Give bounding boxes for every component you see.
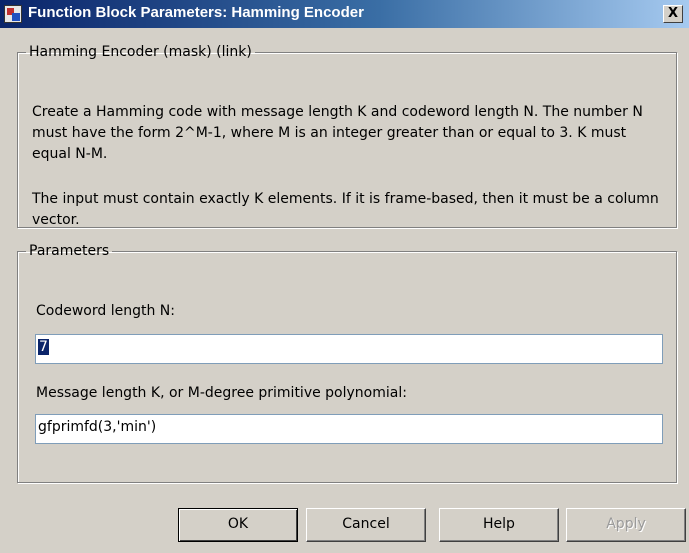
cancel-button[interactable]: Cancel: [306, 508, 426, 542]
simulink-block-icon: [4, 5, 22, 23]
parameters-legend: Parameters: [29, 243, 110, 259]
description-group: Hamming Encoder (mask) (link) Create a H…: [17, 44, 677, 228]
window-title: Function Block Parameters: Hamming Encod…: [28, 4, 364, 21]
message-length-value: gfprimfd(3,'min'): [38, 419, 157, 435]
description-legend: Hamming Encoder (mask) (link): [29, 44, 252, 60]
help-button[interactable]: Help: [439, 508, 559, 542]
message-length-label: Message length K, or M-degree primitive …: [36, 385, 407, 401]
codeword-length-value: 7: [38, 339, 49, 355]
message-length-field[interactable]: gfprimfd(3,'min'): [35, 414, 663, 444]
close-button[interactable]: X: [663, 5, 683, 23]
description-paragraph-1: Create a Hamming code with message lengt…: [32, 104, 643, 162]
apply-button[interactable]: Apply: [566, 508, 686, 542]
codeword-length-label: Codeword length N:: [36, 303, 175, 319]
description-paragraph-2: The input must contain exactly K element…: [32, 191, 659, 228]
parameters-group: Parameters Codeword length N: 7 Message …: [17, 243, 677, 483]
ok-button[interactable]: OK: [178, 508, 298, 542]
title-bar: Function Block Parameters: Hamming Encod…: [0, 0, 689, 28]
codeword-length-field[interactable]: 7: [35, 334, 663, 364]
